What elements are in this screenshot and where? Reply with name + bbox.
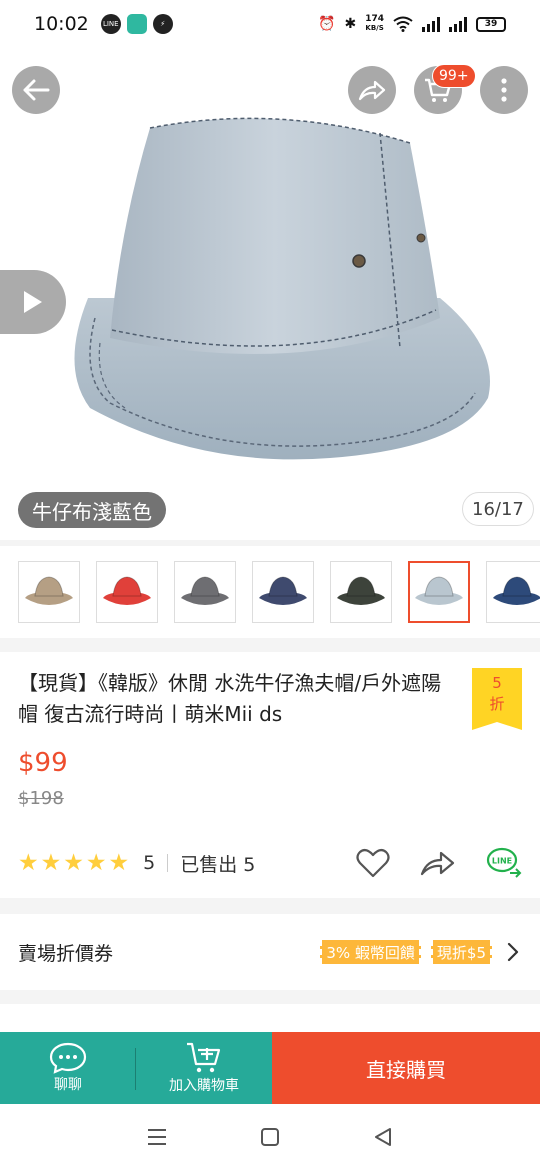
more-options-button[interactable] <box>480 66 528 114</box>
thumbnail[interactable] <box>96 561 158 623</box>
variant-thumbnails <box>0 540 540 638</box>
hat-thumbnail-image <box>415 576 463 605</box>
heart-icon[interactable] <box>356 848 390 878</box>
chevron-right-icon <box>507 942 519 962</box>
section-divider <box>0 898 540 914</box>
star-icon: ★ <box>18 849 39 876</box>
coin-cashback-tag: 3% 蝦幣回饋 <box>320 940 421 964</box>
star-icon: ★ <box>108 849 130 876</box>
thumbnail-selected[interactable] <box>408 561 470 623</box>
more-vertical-icon <box>501 78 507 102</box>
add-to-cart-icon <box>187 1042 221 1073</box>
shop-voucher-row[interactable]: 賣場折價券 3% 蝦幣回饋 現折$5 <box>0 914 540 990</box>
image-counter: 16/17 <box>462 492 534 526</box>
share-button[interactable] <box>348 66 396 114</box>
hat-thumbnail-image <box>493 576 540 605</box>
chat-button[interactable]: 聊聊 <box>0 1032 136 1104</box>
home-icon[interactable] <box>259 1126 281 1148</box>
bottom-action-bar: 聊聊 加入購物車 直接購買 <box>0 1032 540 1104</box>
arrow-left-icon <box>23 79 50 101</box>
battery-icon: 39 <box>476 16 506 32</box>
share-icon[interactable] <box>420 849 456 877</box>
system-navigation-bar <box>0 1104 540 1170</box>
status-bar: 10:02 LINE ⚡ ⏰ ✱ 174 KB/S 39 <box>0 0 540 48</box>
product-actions: LINE <box>356 847 522 879</box>
star-icon: ★ <box>85 849 107 876</box>
star-icon: ★ <box>63 849 84 876</box>
section-divider <box>0 638 540 652</box>
alarm-icon: ⏰ <box>318 16 336 32</box>
status-time: 10:02 <box>34 13 89 35</box>
play-video-button[interactable] <box>0 270 66 334</box>
product-image <box>74 117 490 460</box>
star-icon: ★ <box>40 849 62 876</box>
rating-count: 5 <box>143 852 156 874</box>
sold-count: 已售出 5 <box>180 853 256 876</box>
variant-label: 牛仔布淺藍色 <box>18 492 166 528</box>
network-speed: 174 KB/S <box>365 14 384 33</box>
product-title: 【現貨】《韓版》休閒 水洗牛仔漁夫帽/戶外遮陽帽 復古流行時尚丨萌米Mii ds <box>18 671 442 726</box>
buy-now-button[interactable]: 直接購買 <box>272 1032 540 1104</box>
cart-badge: 99+ <box>432 64 476 88</box>
messenger-app-icon: ⚡ <box>152 14 173 34</box>
play-icon <box>24 291 42 313</box>
product-image-gallery[interactable]: 99+ 牛仔布淺藍色 16/17 <box>0 48 540 540</box>
voucher-label: 賣場折價券 <box>18 942 114 965</box>
back-nav-icon[interactable] <box>372 1126 394 1148</box>
voucher-tags: 3% 蝦幣回饋 現折$5 <box>320 940 492 964</box>
signal-icon <box>422 16 440 32</box>
chat-app-icon <box>126 14 147 34</box>
hat-thumbnail-image <box>25 576 73 605</box>
section-divider <box>0 990 540 1004</box>
back-button[interactable] <box>12 66 60 114</box>
chat-icon <box>49 1042 87 1074</box>
rating-row: ★ ★ ★ ★ ★ 5 已售出 5 LINE <box>18 843 522 883</box>
add-to-cart-button[interactable]: 加入購物車 <box>136 1032 272 1104</box>
share-icon <box>358 80 386 101</box>
status-indicators: ⏰ ✱ 174 KB/S 39 <box>318 15 506 33</box>
thumbnail[interactable] <box>486 561 540 623</box>
product-price: $99 <box>18 748 68 778</box>
signal-icon-2 <box>449 16 467 32</box>
hat-thumbnail-image <box>103 576 151 605</box>
discount-badge: 5 折 <box>472 668 522 730</box>
recent-apps-icon[interactable] <box>146 1127 168 1147</box>
divider <box>167 854 169 872</box>
line-share-icon[interactable]: LINE <box>486 847 522 879</box>
bluetooth-icon: ✱ <box>344 16 357 32</box>
hat-thumbnail-image <box>337 576 385 605</box>
wifi-icon <box>393 16 413 32</box>
thumbnail[interactable] <box>330 561 392 623</box>
thumbnail[interactable] <box>174 561 236 623</box>
discount-tag: 現折$5 <box>430 940 492 964</box>
rating-stars: ★ ★ ★ ★ ★ <box>18 849 130 876</box>
add-to-cart-label: 加入購物車 <box>169 1078 239 1094</box>
chat-label: 聊聊 <box>54 1077 82 1093</box>
line-app-icon: LINE <box>100 14 121 34</box>
thumbnail[interactable] <box>18 561 80 623</box>
hat-thumbnail-image <box>259 576 307 605</box>
status-app-icons: LINE ⚡ <box>100 14 173 34</box>
thumbnail[interactable] <box>252 561 314 623</box>
hat-thumbnail-image <box>181 576 229 605</box>
svg-text:LINE: LINE <box>492 857 512 866</box>
original-price: $198 <box>18 788 64 809</box>
